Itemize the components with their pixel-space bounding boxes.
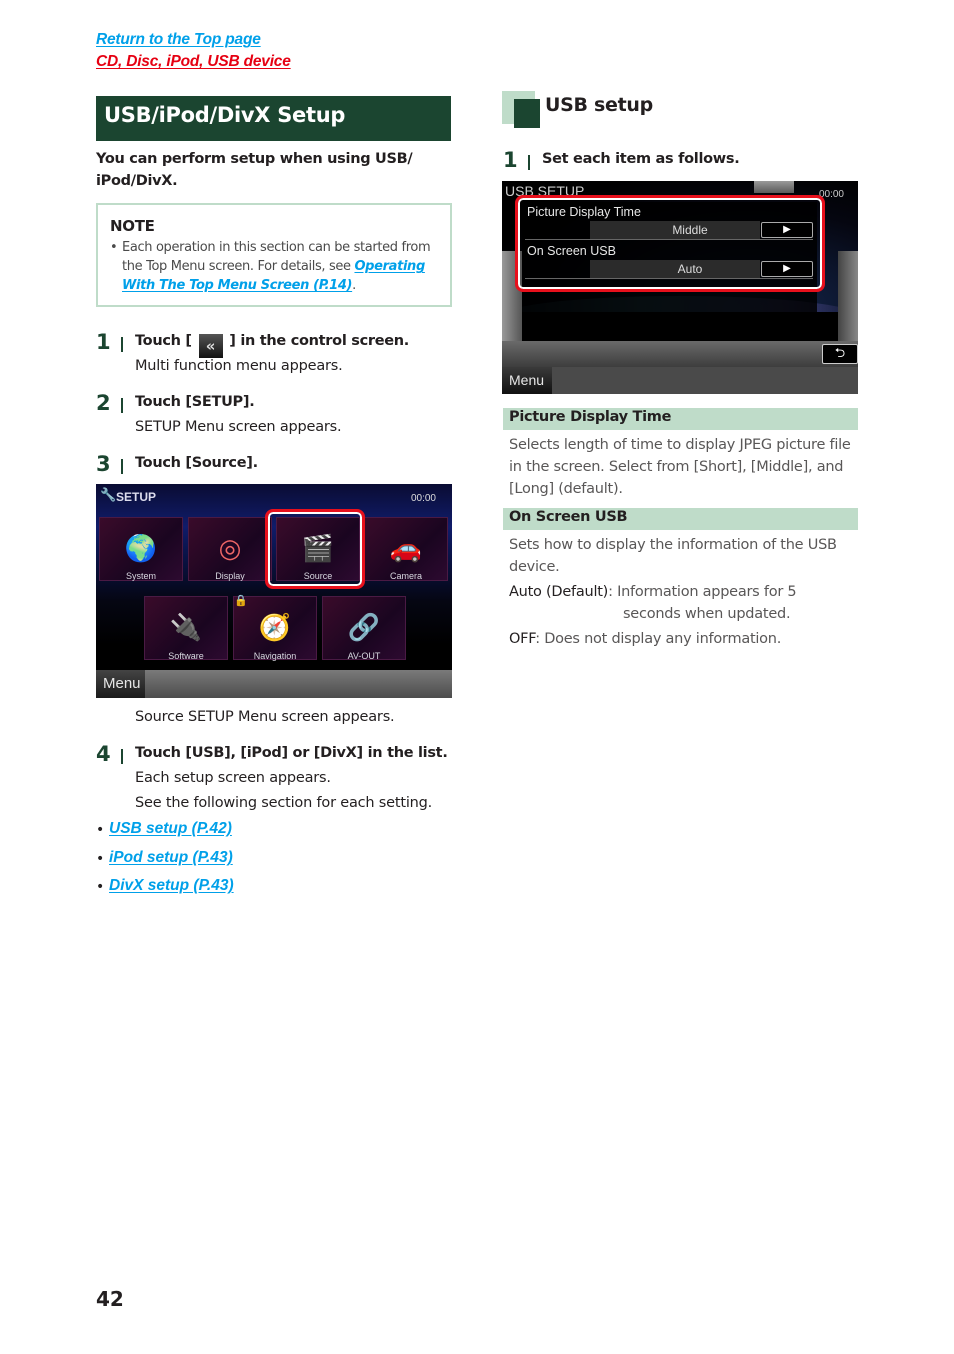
option-key: OFF [509, 631, 536, 647]
screen-clock: 00:00 [410, 493, 436, 504]
step-title: Touch [SETUP]. [135, 394, 255, 410]
usb-setup-heading: USB setup [545, 94, 653, 116]
setup-links-list: • USB setup (P.42) • iPod setup (P.43) •… [96, 820, 296, 905]
option-text-cont: seconds when updated. [623, 606, 791, 622]
settings-highlight-frame [515, 195, 825, 292]
step-3-result: Source SETUP Menu screen appears. [96, 709, 456, 731]
step-title-before: Touch [ [135, 333, 197, 349]
step-title-after: ] in the control screen. [224, 333, 410, 349]
bullet: • [96, 822, 105, 838]
step-title: Set each item as follows. [542, 151, 740, 167]
top-back-button[interactable] [754, 181, 794, 193]
tile-label: System [125, 571, 156, 581]
bullet: • [96, 851, 105, 867]
item-description: Sets how to display the information of t… [509, 537, 837, 575]
step-description: Multi function menu appears. [135, 358, 343, 374]
tile-label: Software [168, 651, 204, 661]
note-text-after: . [352, 278, 356, 293]
item-heading-picture-display-time: Picture Display Time [503, 408, 858, 430]
step-1: 1 Touch [ « ] in the control screen. Mul… [96, 330, 456, 378]
setup-menu-screenshot: 🔧 SETUP 00:00 🌍 ◎ 🎬 🚗 System Display Sou… [96, 484, 452, 698]
ipod-setup-link[interactable]: iPod setup (P.43) [109, 849, 233, 867]
step-divider [121, 749, 123, 764]
option-sep: : [608, 584, 618, 600]
double-chevron-left-icon: « [198, 334, 223, 358]
tile-label: AV-OUT [347, 651, 381, 661]
menu-button[interactable]: Menu [96, 670, 145, 698]
step-description: Source SETUP Menu screen appears. [135, 709, 395, 725]
usb-setup-link[interactable]: USB setup (P.42) [109, 820, 232, 838]
step-description: Each setup screen appears. [135, 770, 331, 786]
section-intro: You can perform setup when using USB/ iP… [96, 151, 413, 189]
option-sep: : [535, 631, 545, 647]
menu-bar [552, 367, 858, 394]
car-icon: 🚗 [389, 534, 423, 564]
step-4: 4 Touch [USB], [iPod] or [DivX] in the l… [96, 742, 456, 817]
lock-icon: 🔒 [234, 594, 248, 607]
step-title: Touch [ « ] in the control screen. [135, 333, 409, 358]
step-divider [121, 337, 123, 352]
note-text: • Each operation in this section can be … [110, 238, 438, 295]
step-divider [121, 459, 123, 474]
step-number: 1 [96, 330, 111, 354]
note-bullet: • [110, 240, 118, 255]
tile-label: Navigation [253, 651, 297, 661]
source-highlight-frame [265, 509, 365, 589]
tile-label: Camera [389, 571, 422, 581]
bottom-bar [502, 341, 858, 367]
screen-title: SETUP [116, 490, 157, 504]
option-auto: Auto (Default): Information appears for … [509, 581, 859, 625]
divx-setup-link[interactable]: DivX setup (P.43) [109, 877, 234, 895]
step-description: See the following section for each setti… [135, 795, 433, 811]
heading-marker-dark [514, 99, 540, 128]
section-title: USB/iPod/DivX Setup [96, 96, 451, 141]
note-title: NOTE [110, 217, 155, 235]
page-number: 42 [96, 1287, 124, 1311]
return-to-top-link[interactable]: Return to the Top page [96, 31, 261, 49]
step-description: SETUP Menu screen appears. [135, 419, 342, 435]
wrench-icon: 🔧 [100, 488, 117, 503]
return-arrow-icon[interactable]: ⮌ [822, 344, 858, 364]
usb-cable-icon: 🔌 [169, 613, 203, 643]
bullet: • [96, 879, 105, 895]
usb-step-1: 1 Set each item as follows. [503, 148, 863, 173]
item-heading-on-screen-usb: On Screen USB [503, 508, 858, 530]
step-divider [121, 398, 123, 413]
option-key: Auto (Default) [509, 584, 609, 600]
color-ring-icon: ◎ [218, 534, 242, 564]
item-description: Selects length of time to display JPEG p… [509, 437, 851, 497]
option-off: OFF: Does not display any information. [509, 628, 859, 650]
step-title: Touch [Source]. [135, 455, 258, 471]
cd-disc-ipod-usb-link[interactable]: CD, Disc, iPod, USB device [96, 53, 291, 71]
usb-setup-screenshot: USB SETUP 00:00 Picture Display Time Mid… [502, 181, 858, 394]
step-number: 4 [96, 742, 111, 766]
step-number: 1 [503, 148, 518, 172]
option-text: Information appears for 5 [617, 584, 797, 600]
tile-label: Display [215, 571, 245, 581]
rca-cable-icon: 🔗 [347, 613, 381, 643]
option-text: Does not display any information. [544, 631, 782, 647]
step-divider [528, 155, 530, 170]
step-title: Touch [USB], [iPod] or [DivX] in the lis… [135, 745, 448, 761]
compass-icon: 🧭 [258, 613, 292, 643]
step-3: 3 Touch [Source]. [96, 452, 456, 477]
world-map-icon: 🌍 [124, 534, 158, 564]
menu-button[interactable]: Menu [502, 367, 552, 394]
step-number: 2 [96, 391, 111, 415]
screen-content-area [522, 312, 838, 342]
step-2: 2 Touch [SETUP]. SETUP Menu screen appea… [96, 391, 456, 439]
step-number: 3 [96, 452, 111, 476]
note-box: NOTE • Each operation in this section ca… [96, 203, 452, 307]
menu-bar [145, 670, 452, 698]
